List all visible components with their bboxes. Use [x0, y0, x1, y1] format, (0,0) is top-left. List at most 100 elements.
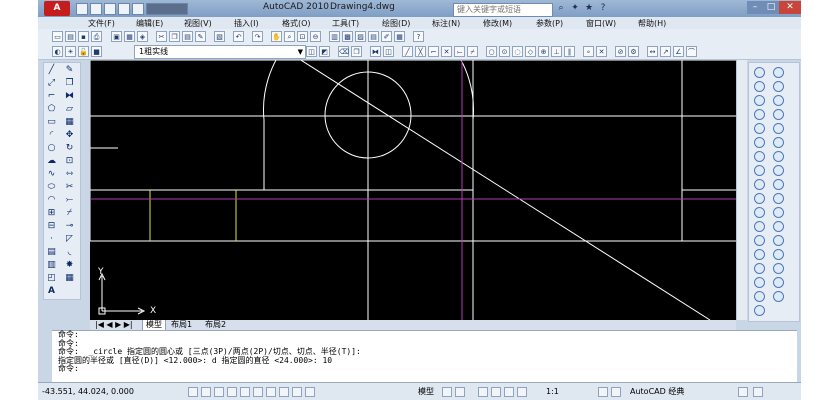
copy-object-icon[interactable]: ❐: [351, 46, 362, 57]
help-tool-icon[interactable]: ?: [413, 31, 424, 42]
table-tool-icon[interactable]: ▦: [64, 273, 75, 284]
menu-tools[interactable]: 工具(T): [332, 18, 359, 29]
paste-icon[interactable]: ▤: [182, 31, 193, 42]
line-tool-icon[interactable]: ╱: [46, 65, 57, 76]
dim-ordinate-icon[interactable]: [773, 179, 784, 190]
dimension-radius-icon[interactable]: ⌒: [686, 46, 697, 57]
snap-apparent-icon[interactable]: [773, 81, 784, 92]
xline-tool-icon[interactable]: ⤢: [46, 78, 57, 89]
autocad-logo-icon[interactable]: A: [44, 1, 70, 16]
polygon-tool-icon[interactable]: ⬠: [46, 104, 57, 115]
help-search-input[interactable]: 键入关键字或短语: [453, 3, 553, 17]
annotation-scale[interactable]: 1:1: [546, 383, 559, 400]
dim-arc-icon[interactable]: [754, 179, 765, 190]
line-icon[interactable]: ╱: [402, 46, 413, 57]
snap-none-icon[interactable]: ⊘: [615, 46, 626, 57]
close-button[interactable]: ✕: [779, 1, 801, 14]
hatch-tool-icon[interactable]: ▤: [46, 247, 57, 258]
dim-text-edit-icon[interactable]: [754, 291, 765, 302]
coordinate-readout[interactable]: -43.551, 44.024, 0.000: [42, 383, 134, 400]
vertical-scrollbar[interactable]: [736, 60, 747, 320]
dimension-aligned-icon[interactable]: ↗: [660, 46, 671, 57]
snap-midpoint-icon[interactable]: [773, 67, 784, 78]
3d-dwf-icon[interactable]: ◈: [137, 31, 148, 42]
dim-style-icon[interactable]: [754, 305, 765, 316]
tangent-snap-icon[interactable]: ◌: [512, 46, 523, 57]
save-file-icon[interactable]: [104, 3, 116, 15]
spline-tool-icon[interactable]: ∿: [46, 169, 57, 180]
trim-tool-icon[interactable]: ✂: [64, 182, 75, 193]
ortho-toggle[interactable]: [214, 387, 224, 397]
construction-line-icon[interactable]: ╳: [415, 46, 426, 57]
communication-center-icon[interactable]: ✦: [569, 3, 581, 14]
ducs-toggle[interactable]: [266, 387, 276, 397]
drawing-canvas[interactable]: Y X: [90, 60, 736, 320]
break-icon[interactable]: ⌿: [467, 46, 478, 57]
favorites-star-icon[interactable]: ★: [583, 3, 595, 14]
quick-view-layouts-icon[interactable]: [442, 387, 452, 397]
arc-tool-icon[interactable]: ◜: [46, 130, 57, 141]
showmotion-icon[interactable]: [517, 387, 527, 397]
pan-status-icon[interactable]: [478, 387, 488, 397]
cut-icon[interactable]: ✂: [156, 31, 167, 42]
new-file-icon[interactable]: [76, 3, 88, 15]
menu-modify[interactable]: 修改(M): [483, 18, 512, 29]
dim-baseline-icon[interactable]: [773, 221, 784, 232]
dim-radius-icon[interactable]: [754, 193, 765, 204]
match-properties-icon[interactable]: ✎: [195, 31, 206, 42]
insert-block-tool-icon[interactable]: ⊞: [46, 208, 57, 219]
redo-tool-icon[interactable]: ↷: [252, 31, 263, 42]
command-window[interactable]: 命令: 命令: 命令: _circle 指定圆的圆心或 [三点(3P)/两点(2…: [52, 330, 797, 383]
help-icon[interactable]: ?: [597, 3, 609, 14]
explode-tool-icon[interactable]: ✸: [64, 260, 75, 271]
polyline-icon[interactable]: ⌐: [428, 46, 439, 57]
tab-nav-first[interactable]: |◀ ◀ ▶ ▶|: [92, 320, 136, 330]
ellipse-arc-tool-icon[interactable]: ◠: [46, 195, 57, 206]
jogged-linear-icon[interactable]: [754, 277, 765, 288]
model-space-label[interactable]: 模型: [418, 383, 434, 400]
polar-toggle[interactable]: [227, 387, 237, 397]
undo-icon[interactable]: [118, 3, 130, 15]
region-tool-icon[interactable]: ◰: [46, 273, 57, 284]
insert-snap-icon[interactable]: ⊕: [538, 46, 549, 57]
polyline-tool-icon[interactable]: ⌐: [46, 91, 57, 102]
dimension-angular-icon[interactable]: ∠: [673, 46, 684, 57]
otrack-toggle[interactable]: [253, 387, 263, 397]
snap-center-icon[interactable]: [773, 95, 784, 106]
save-icon[interactable]: ▪: [78, 31, 89, 42]
annotation-visibility-icon[interactable]: [598, 387, 608, 397]
snap-endpoint-icon[interactable]: [754, 67, 765, 78]
osnap-toggle[interactable]: [240, 387, 250, 397]
search-icon[interactable]: ⌕: [555, 3, 567, 14]
layer-make-current-icon[interactable]: ◫: [306, 46, 317, 57]
rotate-tool-icon[interactable]: ↻: [64, 143, 75, 154]
offset-icon[interactable]: ◫: [383, 46, 394, 57]
nearest-snap-icon[interactable]: ✕: [596, 46, 607, 57]
mirror-icon[interactable]: ⧓: [370, 46, 381, 57]
dim-aligned-icon[interactable]: [773, 165, 784, 176]
revcloud-tool-icon[interactable]: ☁: [46, 156, 57, 167]
dim-space-icon[interactable]: [773, 235, 784, 246]
undo-tool-icon[interactable]: ↶: [233, 31, 244, 42]
menu-parametric[interactable]: 参数(P): [536, 18, 563, 29]
dim-diameter-icon[interactable]: [754, 207, 765, 218]
erase-tool-icon[interactable]: ✎: [64, 65, 75, 76]
quickcalc-icon[interactable]: ▦: [394, 31, 405, 42]
make-block-tool-icon[interactable]: ⊟: [46, 221, 57, 232]
properties-icon[interactable]: ▥: [329, 31, 340, 42]
snap-tangent-icon[interactable]: [773, 109, 784, 120]
tab-layout1[interactable]: 布局1: [168, 320, 195, 330]
open-file-icon[interactable]: [90, 3, 102, 15]
zoom-realtime-icon[interactable]: ⌕: [284, 31, 295, 42]
menu-view[interactable]: 视图(V): [184, 18, 212, 29]
qnew-icon[interactable]: ▭: [52, 31, 63, 42]
gradient-tool-icon[interactable]: ▥: [46, 260, 57, 271]
copy-icon[interactable]: ❐: [169, 31, 180, 42]
ellipse-tool-icon[interactable]: ⬭: [46, 182, 57, 193]
point-tool-icon[interactable]: ·: [46, 234, 57, 245]
quick-view-drawings-icon[interactable]: [455, 387, 465, 397]
tab-layout2[interactable]: 布局2: [202, 320, 229, 330]
snap-extension-icon[interactable]: [754, 95, 765, 106]
snap-intersection-icon[interactable]: [754, 81, 765, 92]
open-icon[interactable]: ▤: [65, 31, 76, 42]
